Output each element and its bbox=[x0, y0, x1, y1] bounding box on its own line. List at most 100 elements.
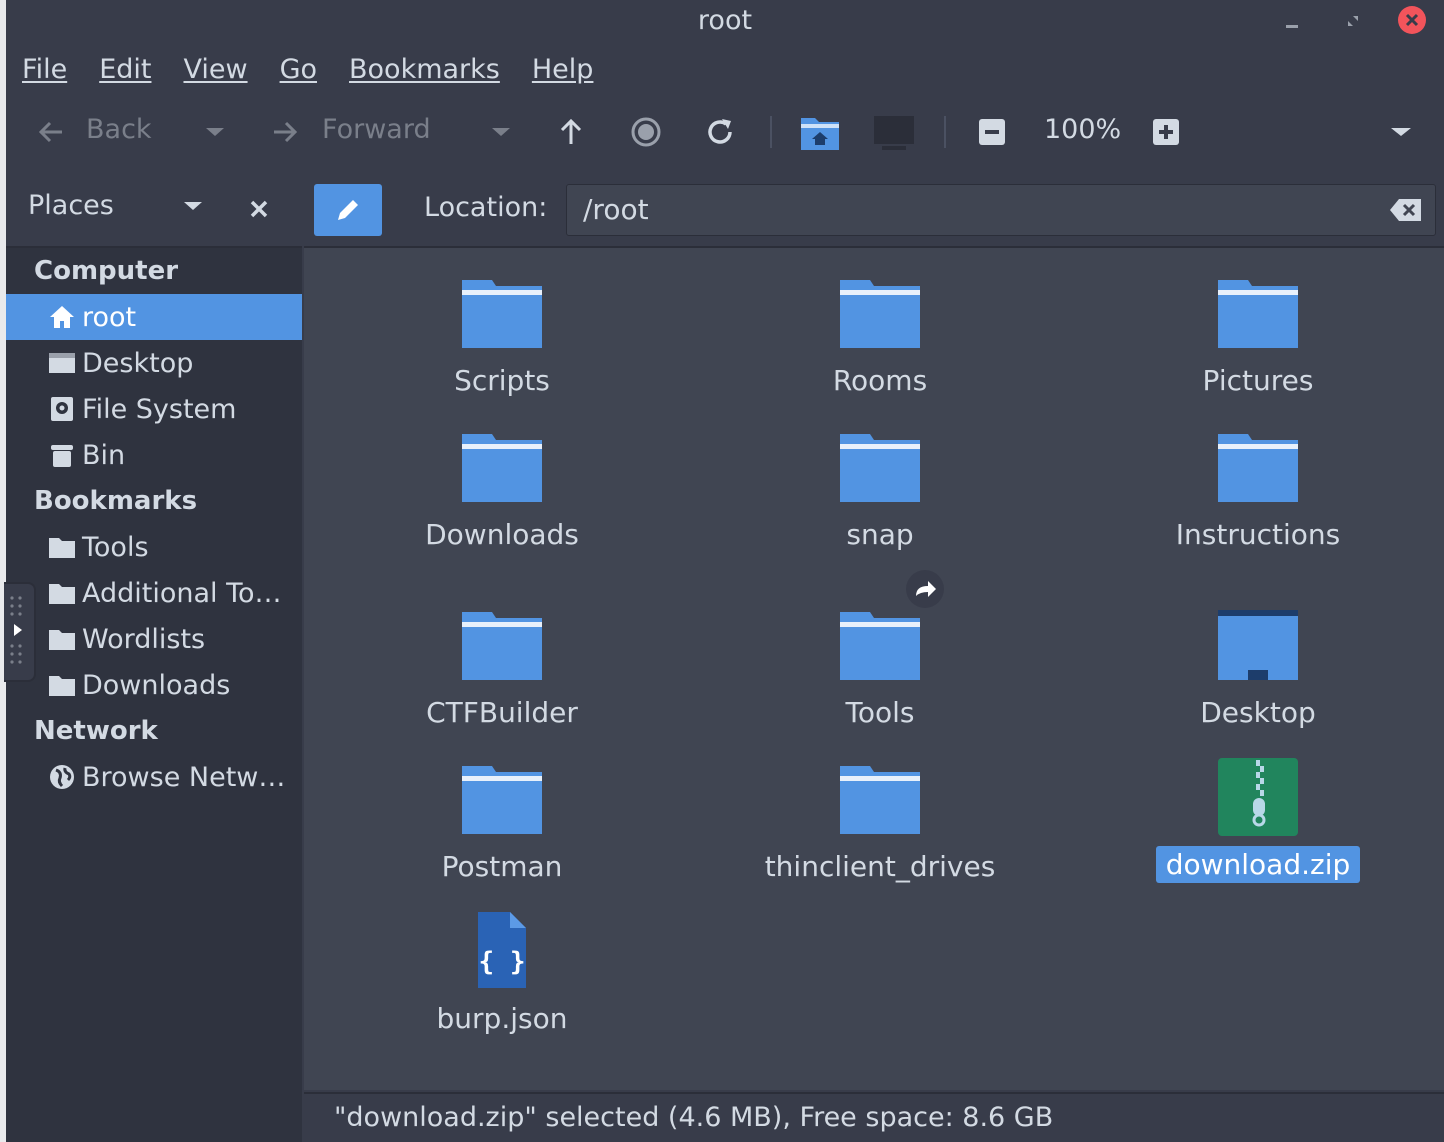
sidebar-item-label: File System bbox=[82, 393, 237, 425]
menu-bookmarks[interactable]: Bookmarks bbox=[333, 48, 516, 92]
file-name: Instructions bbox=[1175, 518, 1341, 551]
window-title: root bbox=[697, 5, 753, 36]
folder-icon bbox=[1216, 428, 1300, 504]
sidebar-item-bin[interactable]: Bin bbox=[6, 432, 302, 478]
sidebar-item-tools[interactable]: Tools bbox=[6, 524, 302, 570]
file-name: Rooms bbox=[832, 364, 928, 397]
menu-help[interactable]: Help bbox=[516, 48, 610, 92]
folder-icon bbox=[48, 671, 76, 699]
folder-icon bbox=[838, 428, 922, 504]
location-value[interactable]: /root bbox=[583, 193, 649, 226]
file-item-pictures[interactable]: Pictures bbox=[1108, 274, 1408, 399]
zoom-out-button[interactable] bbox=[976, 116, 1008, 148]
menu-bar: File Edit View Go Bookmarks Help bbox=[6, 48, 609, 92]
section-bookmarks: Bookmarks bbox=[34, 486, 198, 516]
file-name: thinclient_drives bbox=[764, 850, 996, 883]
status-text: "download.zip" selected (4.6 MB), Free s… bbox=[334, 1102, 1054, 1133]
zoom-in-icon bbox=[1153, 119, 1179, 145]
folder-icon bbox=[838, 570, 944, 682]
file-item-tools[interactable]: Tools bbox=[730, 570, 1030, 731]
folder-icon bbox=[460, 760, 544, 836]
file-item-snap[interactable]: snap bbox=[730, 428, 1030, 553]
toolbar-separator bbox=[944, 116, 946, 148]
title-bar[interactable]: root bbox=[6, 0, 1444, 44]
up-button[interactable] bbox=[554, 114, 588, 150]
sidebar-item-root[interactable]: root bbox=[6, 294, 302, 340]
places-dropdown[interactable] bbox=[182, 198, 212, 222]
pencil-icon bbox=[338, 200, 358, 220]
menu-edit[interactable]: Edit bbox=[83, 48, 167, 92]
close-button[interactable] bbox=[1398, 6, 1426, 34]
maximize-button[interactable] bbox=[1340, 8, 1366, 34]
places-label: Places bbox=[28, 190, 114, 221]
reload-button[interactable] bbox=[702, 114, 738, 150]
sidebar-item-label: Wordlists bbox=[82, 623, 206, 655]
side-panel-handle[interactable] bbox=[4, 582, 36, 682]
folder-icon bbox=[460, 428, 544, 504]
reload-icon bbox=[708, 119, 732, 144]
sidebar-item-browse-network[interactable]: Browse Netw… bbox=[6, 754, 302, 800]
zip-archive-icon bbox=[1216, 758, 1300, 836]
folder-icon bbox=[460, 274, 544, 350]
computer-button[interactable] bbox=[870, 110, 918, 154]
svg-text:{ }: { } bbox=[479, 947, 526, 977]
forward-button[interactable] bbox=[268, 114, 302, 150]
clear-location-button[interactable] bbox=[1389, 197, 1423, 227]
folder-icon bbox=[48, 533, 76, 561]
location-input[interactable]: /root bbox=[566, 184, 1436, 236]
menu-file[interactable]: File bbox=[6, 48, 83, 92]
toolbar-overflow-button[interactable] bbox=[1384, 118, 1418, 146]
home-button[interactable] bbox=[798, 110, 842, 154]
file-name: burp.json bbox=[436, 1002, 568, 1035]
back-button[interactable] bbox=[34, 114, 68, 150]
file-item-download-zip[interactable]: download.zip bbox=[1108, 758, 1408, 883]
chevron-down-icon bbox=[184, 202, 202, 210]
sidebar-item-file-system[interactable]: File System bbox=[6, 386, 302, 432]
file-item-postman[interactable]: Postman bbox=[352, 760, 652, 885]
sidebar-item-label: Browse Netw… bbox=[82, 761, 286, 793]
stop-button[interactable] bbox=[628, 114, 664, 150]
backspace-clear-icon bbox=[1390, 199, 1421, 221]
file-item-burp-json[interactable]: { } burp.json bbox=[352, 912, 652, 1037]
sidebar-item-desktop[interactable]: Desktop bbox=[6, 340, 302, 386]
sidebar-item-additional-tools[interactable]: Additional To… bbox=[6, 570, 302, 616]
location-bar: Location: /root bbox=[304, 172, 1444, 248]
expand-handle-icon bbox=[10, 596, 22, 664]
close-sidebar-button[interactable] bbox=[246, 196, 274, 224]
forward-label[interactable]: Forward bbox=[322, 114, 431, 145]
file-item-ctfbuilder[interactable]: CTFBuilder bbox=[352, 606, 652, 731]
sidebar-item-downloads[interactable]: Downloads bbox=[6, 662, 302, 708]
file-name: Postman bbox=[441, 850, 563, 883]
json-file-icon: { } bbox=[460, 912, 544, 988]
sidebar-item-wordlists[interactable]: Wordlists bbox=[6, 616, 302, 662]
file-name: Scripts bbox=[454, 364, 550, 397]
chevron-down-icon bbox=[492, 128, 510, 136]
menu-view[interactable]: View bbox=[167, 48, 263, 92]
trash-icon bbox=[48, 441, 76, 469]
close-icon bbox=[1405, 13, 1419, 27]
back-label[interactable]: Back bbox=[86, 114, 152, 145]
menu-go[interactable]: Go bbox=[264, 48, 333, 92]
drive-icon bbox=[48, 395, 76, 423]
forward-history-dropdown[interactable] bbox=[486, 114, 516, 150]
chevron-down-icon bbox=[206, 128, 224, 136]
minimize-button[interactable] bbox=[1280, 8, 1306, 34]
zoom-level: 100% bbox=[1044, 114, 1122, 145]
folder-icon bbox=[460, 606, 544, 682]
file-item-scripts[interactable]: Scripts bbox=[352, 274, 652, 399]
back-history-dropdown[interactable] bbox=[200, 114, 230, 150]
back-arrow-icon bbox=[38, 121, 62, 143]
maximize-icon bbox=[1348, 16, 1358, 26]
file-item-rooms[interactable]: Rooms bbox=[730, 274, 1030, 399]
file-item-downloads[interactable]: Downloads bbox=[352, 428, 652, 553]
sidebar: Places Computer root Desktop File System… bbox=[6, 172, 302, 1142]
file-item-thinclient-drives[interactable]: thinclient_drives bbox=[730, 760, 1030, 885]
sidebar-item-label: Desktop bbox=[82, 347, 194, 379]
file-view[interactable]: Scripts Rooms Pictures Downloads snap In… bbox=[304, 248, 1444, 1090]
edit-location-button[interactable] bbox=[314, 184, 382, 236]
file-item-instructions[interactable]: Instructions bbox=[1108, 428, 1408, 553]
zoom-in-button[interactable] bbox=[1150, 116, 1182, 148]
file-item-desktop[interactable]: Desktop bbox=[1108, 606, 1408, 731]
location-label: Location: bbox=[424, 192, 548, 223]
folder-icon bbox=[48, 625, 76, 653]
